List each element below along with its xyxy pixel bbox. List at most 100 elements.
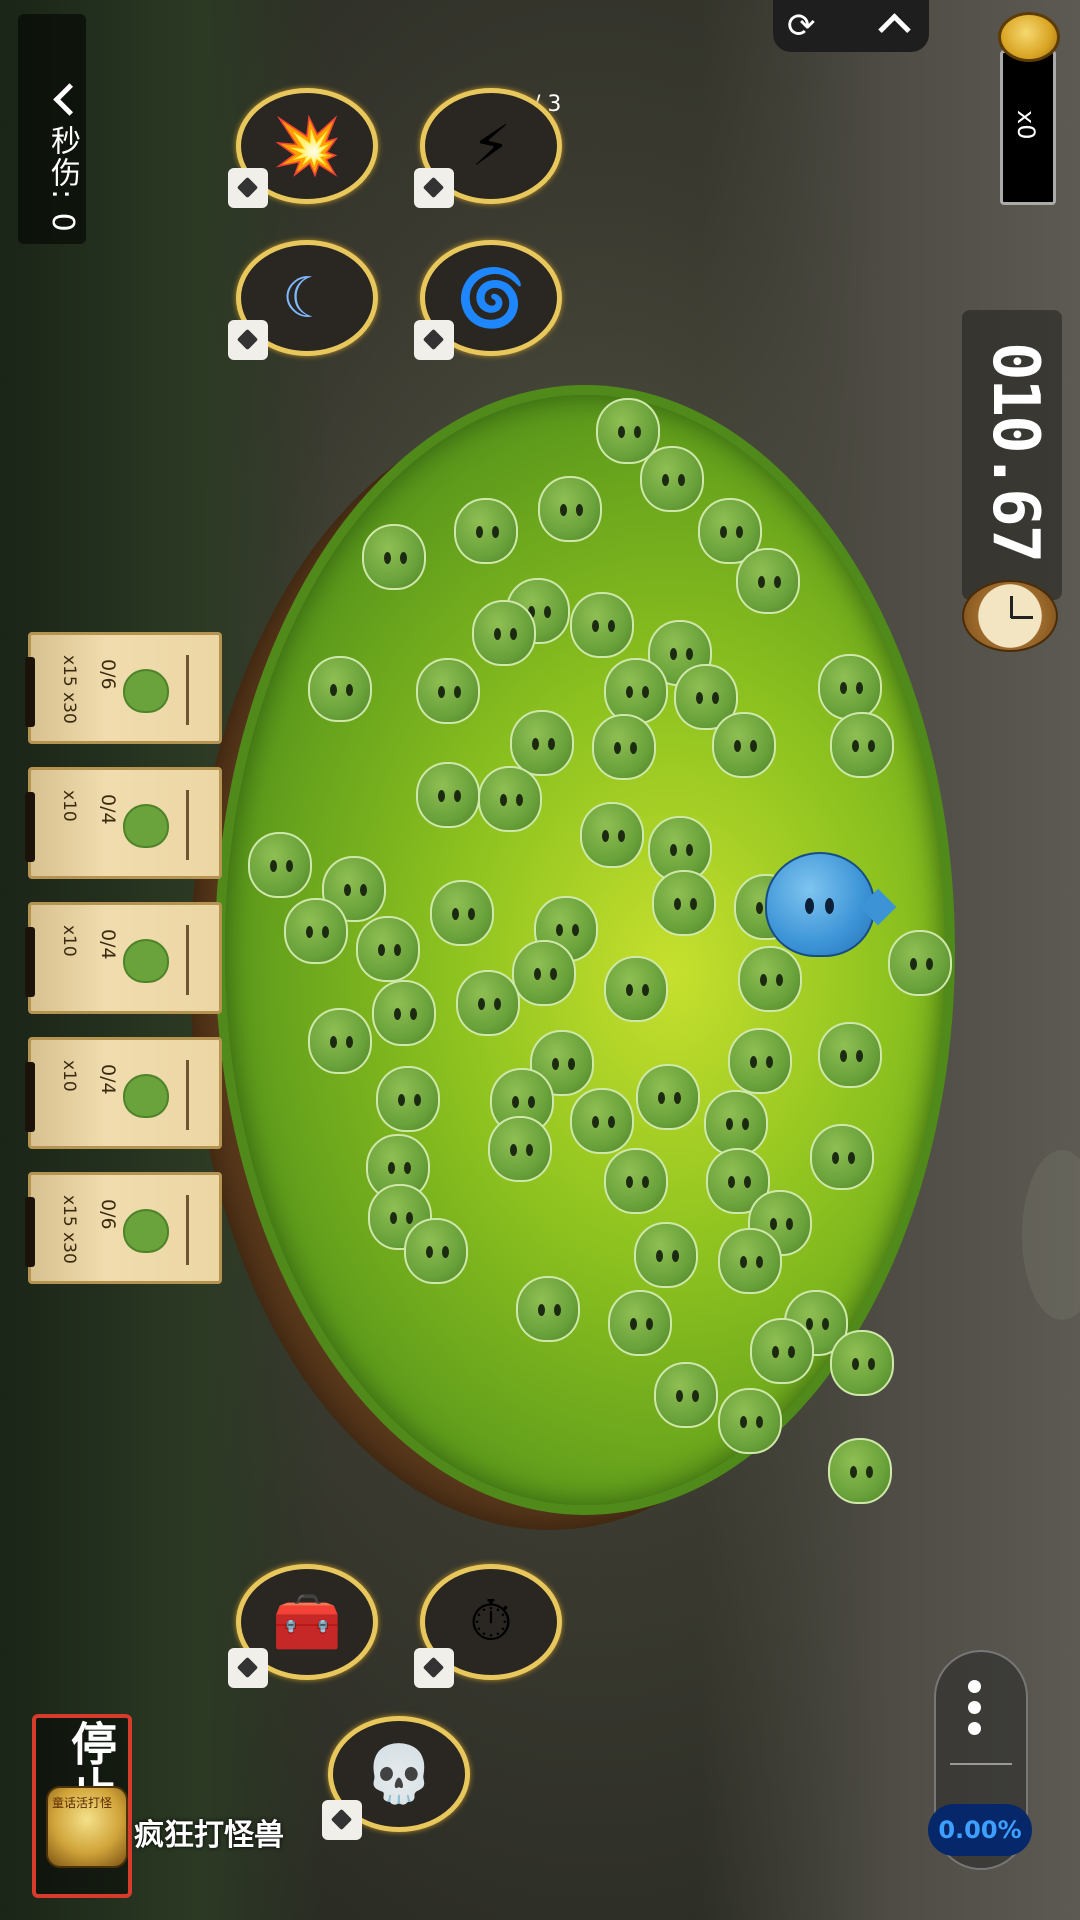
green-slime-enemy[interactable] <box>818 1022 882 1088</box>
scroll-spine <box>25 657 35 727</box>
scroll-divider <box>186 925 189 995</box>
lock-badge <box>228 1648 268 1688</box>
quest-progress: 0/4 <box>97 794 119 825</box>
green-slime-enemy[interactable] <box>512 940 576 1006</box>
lock-badge <box>414 168 454 208</box>
slime-target-icon <box>123 1209 169 1253</box>
app-name: 疯狂打怪兽 <box>134 1818 284 1853</box>
green-slime-enemy[interactable] <box>456 970 520 1036</box>
green-slime-enemy[interactable] <box>604 658 668 724</box>
quest-progress: 0/4 <box>97 929 119 960</box>
green-slime-enemy[interactable] <box>738 946 802 1012</box>
progress-percent-badge: 0.00% <box>928 1804 1032 1856</box>
reward-coins: x10 <box>59 1060 79 1092</box>
lock-badge <box>414 320 454 360</box>
quest-card[interactable]: 0/4 x10 <box>25 902 222 1014</box>
green-slime-enemy[interactable] <box>284 898 348 964</box>
green-slime-enemy[interactable] <box>718 1388 782 1454</box>
green-slime-enemy[interactable] <box>416 762 480 828</box>
lock-badge <box>228 168 268 208</box>
green-slime-enemy[interactable] <box>888 930 952 996</box>
scroll-divider <box>186 1060 189 1130</box>
green-slime-enemy[interactable] <box>516 1276 580 1342</box>
green-slime-enemy[interactable] <box>248 832 312 898</box>
green-slime-enemy[interactable] <box>510 710 574 776</box>
green-slime-enemy[interactable] <box>416 658 480 724</box>
reward-gems: x30 <box>59 692 79 724</box>
lock-badge <box>414 1648 454 1688</box>
quest-card[interactable]: 0/4 x10 <box>25 1037 222 1149</box>
scroll-divider <box>186 655 189 725</box>
reward-coins: x10 <box>59 925 79 957</box>
slime-target-icon <box>123 1074 169 1118</box>
green-slime-enemy[interactable] <box>736 548 800 614</box>
green-slime-enemy[interactable] <box>430 880 494 946</box>
timer-value: 010.67 <box>978 342 1052 562</box>
quest-reward: x10 <box>59 1060 79 1092</box>
green-slime-enemy[interactable] <box>640 446 704 512</box>
quest-card[interactable]: 0/4 x10 <box>25 767 222 879</box>
control-divider <box>950 1763 1012 1765</box>
quest-progress: 0/4 <box>97 1064 119 1095</box>
reward-coins: x10 <box>59 790 79 822</box>
green-slime-enemy[interactable] <box>718 1228 782 1294</box>
green-slime-enemy[interactable] <box>580 802 644 868</box>
green-slime-enemy[interactable] <box>488 1116 552 1182</box>
quest-reward: x10 <box>59 925 79 957</box>
lock-badge <box>322 1800 362 1840</box>
green-slime-enemy[interactable] <box>376 1066 440 1132</box>
green-slime-enemy[interactable] <box>830 1330 894 1396</box>
scroll-divider <box>186 790 189 860</box>
green-slime-enemy[interactable] <box>372 980 436 1046</box>
green-slime-enemy[interactable] <box>356 916 420 982</box>
green-slime-enemy[interactable] <box>830 712 894 778</box>
blue-slime-enemy[interactable] <box>765 852 875 957</box>
green-slime-enemy[interactable] <box>634 1222 698 1288</box>
green-slime-enemy[interactable] <box>608 1290 672 1356</box>
green-slime-enemy[interactable] <box>404 1218 468 1284</box>
green-slime-enemy[interactable] <box>654 1362 718 1428</box>
reward-coins: x15 <box>59 655 79 687</box>
scroll-spine <box>25 1062 35 1132</box>
green-slime-enemy[interactable] <box>478 766 542 832</box>
green-slime-enemy[interactable] <box>472 600 536 666</box>
quest-card[interactable]: 0/6 x15 x30 <box>25 632 222 744</box>
green-slime-enemy[interactable] <box>454 498 518 564</box>
coin-icon <box>998 12 1060 62</box>
lock-badge <box>228 320 268 360</box>
quest-card[interactable]: 0/6 x15 x30 <box>25 1172 222 1284</box>
pocket-watch-icon <box>962 580 1058 652</box>
green-slime-enemy[interactable] <box>570 592 634 658</box>
green-slime-enemy[interactable] <box>704 1090 768 1156</box>
green-slime-enemy[interactable] <box>728 1028 792 1094</box>
app-icon-text: 童话活打怪 <box>52 1796 113 1810</box>
green-slime-enemy[interactable] <box>362 524 426 590</box>
slime-target-icon <box>123 939 169 983</box>
green-slime-enemy[interactable] <box>818 654 882 720</box>
green-slime-enemy[interactable] <box>592 714 656 780</box>
green-slime-enemy[interactable] <box>652 870 716 936</box>
scroll-spine <box>25 792 35 862</box>
green-slime-enemy[interactable] <box>828 1438 892 1504</box>
quest-progress: 0/6 <box>97 659 119 690</box>
green-slime-enemy[interactable] <box>604 956 668 1022</box>
scroll-divider <box>186 1195 189 1265</box>
reward-coins: x15 <box>59 1195 79 1227</box>
quest-reward: x10 <box>59 790 79 822</box>
green-slime-enemy[interactable] <box>570 1088 634 1154</box>
green-slime-enemy[interactable] <box>750 1318 814 1384</box>
app-icon[interactable]: 童话活打怪 <box>46 1786 128 1868</box>
green-slime-enemy[interactable] <box>712 712 776 778</box>
quest-progress: 0/6 <box>97 1199 119 1230</box>
green-slime-enemy[interactable] <box>308 656 372 722</box>
more-options-icon[interactable] <box>968 1680 982 1736</box>
scroll-spine <box>25 927 35 997</box>
green-slime-enemy[interactable] <box>538 476 602 542</box>
green-slime-enemy[interactable] <box>810 1124 874 1190</box>
reward-gems: x30 <box>59 1232 79 1264</box>
scroll-spine <box>25 1197 35 1267</box>
refresh-icon[interactable]: ⟳ <box>787 8 816 44</box>
green-slime-enemy[interactable] <box>308 1008 372 1074</box>
green-slime-enemy[interactable] <box>636 1064 700 1130</box>
green-slime-enemy[interactable] <box>604 1148 668 1214</box>
